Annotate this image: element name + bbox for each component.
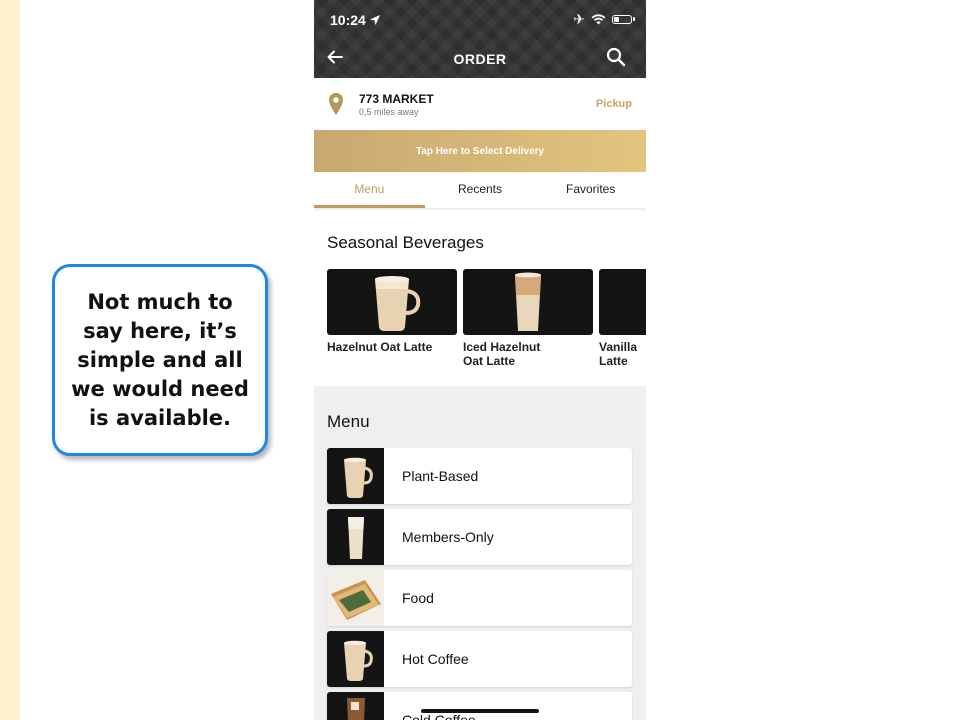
seasonal-carousel[interactable]: Hazelnut Oat Latte Iced Hazelnut Oat Lat… (327, 269, 646, 379)
menu-item-label: Cold Coffee (402, 712, 476, 720)
seasonal-card-vanilla-latte[interactable]: Vanilla Latte (599, 269, 646, 368)
home-indicator[interactable] (421, 709, 539, 713)
store-selector[interactable]: 773 MARKET 0,5 miles away Pickup (314, 78, 646, 131)
seasonal-card-label: Hazelnut Oat Latte (327, 340, 433, 354)
seasonal-card-iced-hazelnut-oat-latte[interactable]: Iced Hazelnut Oat Latte (463, 269, 593, 368)
pickup-button[interactable]: Pickup (596, 98, 632, 110)
menu-item-label: Food (402, 590, 434, 606)
status-time: 10:24 (330, 12, 366, 28)
menu-item-thumbnail (327, 692, 384, 720)
menu-item-members-only[interactable]: Members-Only (327, 509, 632, 565)
drink-image (327, 269, 457, 335)
seasonal-card-label: Vanilla Latte (599, 340, 638, 368)
tab-favorites[interactable]: Favorites (535, 172, 646, 208)
seasonal-section-title: Seasonal Beverages (327, 233, 484, 252)
menu-section-title: Menu (327, 412, 370, 431)
status-icons: ✈ (573, 11, 635, 27)
delivery-label: Tap Here to Select Delivery (415, 145, 545, 157)
drink-image (463, 269, 593, 335)
callout-text: Not much to say here, it’s simple and al… (71, 289, 249, 430)
menu-item-thumbnail (327, 509, 384, 565)
tab-recents[interactable]: Recents (425, 172, 536, 208)
menu-section: Menu Plant-Based Members-Only Food Hot C… (314, 386, 646, 720)
select-delivery-button[interactable]: Tap Here to Select Delivery (314, 130, 646, 172)
app-header: 10:24 ✈ ORDER (314, 0, 646, 78)
seasonal-card-hazelnut-oat-latte[interactable]: Hazelnut Oat Latte (327, 269, 457, 354)
menu-item-label: Hot Coffee (402, 651, 469, 667)
store-name: 773 MARKET (359, 92, 434, 106)
wifi-icon (591, 13, 606, 24)
menu-item-thumbnail (327, 631, 384, 687)
menu-item-cold-coffee[interactable]: Cold Coffee (327, 692, 632, 720)
menu-item-label: Members-Only (402, 529, 494, 545)
tab-bar: Menu Recents Favorites (314, 172, 646, 208)
search-icon[interactable] (606, 47, 626, 67)
airplane-icon: ✈ (573, 11, 585, 27)
menu-item-food[interactable]: Food (327, 570, 632, 626)
battery-level (614, 16, 619, 22)
menu-item-label: Plant-Based (402, 468, 479, 484)
menu-item-thumbnail (327, 570, 384, 626)
location-arrow-icon (370, 15, 380, 25)
slide-side-strip (0, 0, 20, 720)
comment-callout: Not much to say here, it’s simple and al… (52, 264, 268, 456)
menu-item-hot-coffee[interactable]: Hot Coffee (327, 631, 632, 687)
menu-item-plant-based[interactable]: Plant-Based (327, 448, 632, 504)
battery-icon (612, 14, 635, 24)
map-pin-icon (329, 93, 343, 115)
seasonal-card-label: Iced Hazelnut Oat Latte (463, 340, 541, 368)
page-title: ORDER (453, 51, 507, 67)
drink-image (599, 269, 646, 335)
tab-menu[interactable]: Menu (314, 172, 425, 208)
phone-screen: 10:24 ✈ ORDER 773 MARKET 0,5 miles away … (314, 0, 646, 720)
menu-item-thumbnail (327, 448, 384, 504)
store-distance: 0,5 miles away (359, 107, 419, 117)
